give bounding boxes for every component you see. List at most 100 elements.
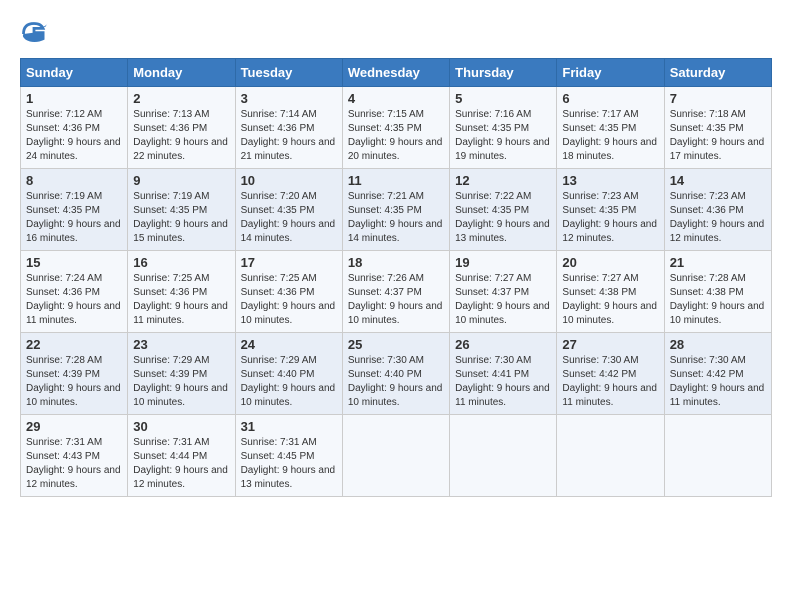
day-number: 2 [133, 91, 229, 106]
day-info: Sunrise: 7:23 AMSunset: 4:36 PMDaylight:… [670, 191, 765, 244]
day-cell-1: 1 Sunrise: 7:12 AMSunset: 4:36 PMDayligh… [21, 87, 128, 169]
day-info: Sunrise: 7:31 AMSunset: 4:44 PMDaylight:… [133, 437, 228, 490]
header-cell-friday: Friday [557, 59, 664, 87]
day-info: Sunrise: 7:20 AMSunset: 4:35 PMDaylight:… [241, 191, 336, 244]
header-cell-saturday: Saturday [664, 59, 771, 87]
page-header [20, 20, 772, 48]
day-info: Sunrise: 7:23 AMSunset: 4:35 PMDaylight:… [562, 191, 657, 244]
day-number: 21 [670, 255, 766, 270]
day-cell-4: 4 Sunrise: 7:15 AMSunset: 4:35 PMDayligh… [342, 87, 449, 169]
day-number: 31 [241, 419, 337, 434]
day-cell-2: 2 Sunrise: 7:13 AMSunset: 4:36 PMDayligh… [128, 87, 235, 169]
header-cell-wednesday: Wednesday [342, 59, 449, 87]
day-cell-3: 3 Sunrise: 7:14 AMSunset: 4:36 PMDayligh… [235, 87, 342, 169]
empty-cell [342, 415, 449, 497]
day-number: 23 [133, 337, 229, 352]
day-number: 14 [670, 173, 766, 188]
day-cell-31: 31 Sunrise: 7:31 AMSunset: 4:45 PMDaylig… [235, 415, 342, 497]
calendar-table: SundayMondayTuesdayWednesdayThursdayFrid… [20, 58, 772, 497]
day-info: Sunrise: 7:30 AMSunset: 4:41 PMDaylight:… [455, 355, 550, 408]
header-row: SundayMondayTuesdayWednesdayThursdayFrid… [21, 59, 772, 87]
week-row-2: 8 Sunrise: 7:19 AMSunset: 4:35 PMDayligh… [21, 169, 772, 251]
day-number: 27 [562, 337, 658, 352]
day-number: 18 [348, 255, 444, 270]
logo-icon [20, 20, 48, 48]
day-cell-21: 21 Sunrise: 7:28 AMSunset: 4:38 PMDaylig… [664, 251, 771, 333]
day-number: 19 [455, 255, 551, 270]
day-info: Sunrise: 7:27 AMSunset: 4:37 PMDaylight:… [455, 273, 550, 326]
day-cell-20: 20 Sunrise: 7:27 AMSunset: 4:38 PMDaylig… [557, 251, 664, 333]
empty-cell [557, 415, 664, 497]
day-info: Sunrise: 7:22 AMSunset: 4:35 PMDaylight:… [455, 191, 550, 244]
day-number: 7 [670, 91, 766, 106]
day-info: Sunrise: 7:15 AMSunset: 4:35 PMDaylight:… [348, 109, 443, 162]
day-info: Sunrise: 7:30 AMSunset: 4:42 PMDaylight:… [562, 355, 657, 408]
day-cell-18: 18 Sunrise: 7:26 AMSunset: 4:37 PMDaylig… [342, 251, 449, 333]
day-number: 9 [133, 173, 229, 188]
day-cell-30: 30 Sunrise: 7:31 AMSunset: 4:44 PMDaylig… [128, 415, 235, 497]
day-cell-23: 23 Sunrise: 7:29 AMSunset: 4:39 PMDaylig… [128, 333, 235, 415]
day-info: Sunrise: 7:16 AMSunset: 4:35 PMDaylight:… [455, 109, 550, 162]
day-cell-8: 8 Sunrise: 7:19 AMSunset: 4:35 PMDayligh… [21, 169, 128, 251]
day-cell-19: 19 Sunrise: 7:27 AMSunset: 4:37 PMDaylig… [450, 251, 557, 333]
day-cell-11: 11 Sunrise: 7:21 AMSunset: 4:35 PMDaylig… [342, 169, 449, 251]
day-number: 20 [562, 255, 658, 270]
day-cell-13: 13 Sunrise: 7:23 AMSunset: 4:35 PMDaylig… [557, 169, 664, 251]
day-info: Sunrise: 7:12 AMSunset: 4:36 PMDaylight:… [26, 109, 121, 162]
day-cell-7: 7 Sunrise: 7:18 AMSunset: 4:35 PMDayligh… [664, 87, 771, 169]
day-info: Sunrise: 7:31 AMSunset: 4:45 PMDaylight:… [241, 437, 336, 490]
day-number: 28 [670, 337, 766, 352]
day-info: Sunrise: 7:13 AMSunset: 4:36 PMDaylight:… [133, 109, 228, 162]
empty-cell [450, 415, 557, 497]
day-info: Sunrise: 7:29 AMSunset: 4:40 PMDaylight:… [241, 355, 336, 408]
week-row-1: 1 Sunrise: 7:12 AMSunset: 4:36 PMDayligh… [21, 87, 772, 169]
day-number: 15 [26, 255, 122, 270]
day-info: Sunrise: 7:21 AMSunset: 4:35 PMDaylight:… [348, 191, 443, 244]
day-cell-28: 28 Sunrise: 7:30 AMSunset: 4:42 PMDaylig… [664, 333, 771, 415]
day-info: Sunrise: 7:25 AMSunset: 4:36 PMDaylight:… [133, 273, 228, 326]
day-number: 29 [26, 419, 122, 434]
week-row-3: 15 Sunrise: 7:24 AMSunset: 4:36 PMDaylig… [21, 251, 772, 333]
day-info: Sunrise: 7:19 AMSunset: 4:35 PMDaylight:… [133, 191, 228, 244]
day-info: Sunrise: 7:18 AMSunset: 4:35 PMDaylight:… [670, 109, 765, 162]
day-cell-15: 15 Sunrise: 7:24 AMSunset: 4:36 PMDaylig… [21, 251, 128, 333]
day-number: 4 [348, 91, 444, 106]
day-cell-26: 26 Sunrise: 7:30 AMSunset: 4:41 PMDaylig… [450, 333, 557, 415]
day-number: 22 [26, 337, 122, 352]
day-info: Sunrise: 7:24 AMSunset: 4:36 PMDaylight:… [26, 273, 121, 326]
day-info: Sunrise: 7:31 AMSunset: 4:43 PMDaylight:… [26, 437, 121, 490]
day-info: Sunrise: 7:25 AMSunset: 4:36 PMDaylight:… [241, 273, 336, 326]
day-cell-27: 27 Sunrise: 7:30 AMSunset: 4:42 PMDaylig… [557, 333, 664, 415]
day-info: Sunrise: 7:27 AMSunset: 4:38 PMDaylight:… [562, 273, 657, 326]
day-cell-10: 10 Sunrise: 7:20 AMSunset: 4:35 PMDaylig… [235, 169, 342, 251]
day-cell-29: 29 Sunrise: 7:31 AMSunset: 4:43 PMDaylig… [21, 415, 128, 497]
day-info: Sunrise: 7:28 AMSunset: 4:39 PMDaylight:… [26, 355, 121, 408]
day-cell-14: 14 Sunrise: 7:23 AMSunset: 4:36 PMDaylig… [664, 169, 771, 251]
day-number: 13 [562, 173, 658, 188]
day-number: 11 [348, 173, 444, 188]
logo [20, 20, 52, 48]
day-cell-25: 25 Sunrise: 7:30 AMSunset: 4:40 PMDaylig… [342, 333, 449, 415]
header-cell-thursday: Thursday [450, 59, 557, 87]
day-number: 12 [455, 173, 551, 188]
day-info: Sunrise: 7:30 AMSunset: 4:40 PMDaylight:… [348, 355, 443, 408]
day-cell-12: 12 Sunrise: 7:22 AMSunset: 4:35 PMDaylig… [450, 169, 557, 251]
day-info: Sunrise: 7:14 AMSunset: 4:36 PMDaylight:… [241, 109, 336, 162]
day-number: 5 [455, 91, 551, 106]
day-cell-24: 24 Sunrise: 7:29 AMSunset: 4:40 PMDaylig… [235, 333, 342, 415]
day-cell-5: 5 Sunrise: 7:16 AMSunset: 4:35 PMDayligh… [450, 87, 557, 169]
header-cell-tuesday: Tuesday [235, 59, 342, 87]
empty-cell [664, 415, 771, 497]
header-cell-monday: Monday [128, 59, 235, 87]
day-cell-9: 9 Sunrise: 7:19 AMSunset: 4:35 PMDayligh… [128, 169, 235, 251]
day-cell-6: 6 Sunrise: 7:17 AMSunset: 4:35 PMDayligh… [557, 87, 664, 169]
week-row-5: 29 Sunrise: 7:31 AMSunset: 4:43 PMDaylig… [21, 415, 772, 497]
day-info: Sunrise: 7:30 AMSunset: 4:42 PMDaylight:… [670, 355, 765, 408]
day-info: Sunrise: 7:19 AMSunset: 4:35 PMDaylight:… [26, 191, 121, 244]
day-info: Sunrise: 7:17 AMSunset: 4:35 PMDaylight:… [562, 109, 657, 162]
day-number: 3 [241, 91, 337, 106]
day-number: 1 [26, 91, 122, 106]
day-number: 24 [241, 337, 337, 352]
day-cell-22: 22 Sunrise: 7:28 AMSunset: 4:39 PMDaylig… [21, 333, 128, 415]
day-number: 30 [133, 419, 229, 434]
